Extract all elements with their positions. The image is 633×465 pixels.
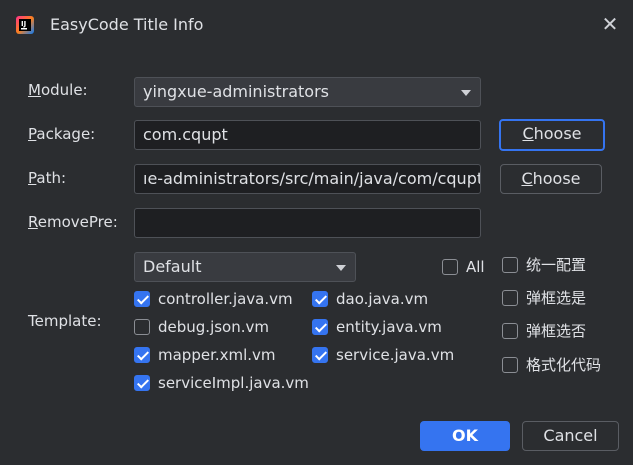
package-input[interactable]: com.cqupt — [134, 120, 481, 150]
package-label: Package: — [28, 125, 96, 143]
template-item-service[interactable]: service.java.vm — [312, 346, 454, 364]
checkbox-box[interactable] — [312, 319, 328, 335]
easycode-app-icon: IJ — [16, 16, 34, 34]
checkbox-box[interactable] — [442, 259, 458, 275]
chevron-down-icon — [336, 265, 346, 271]
checkbox-box[interactable] — [134, 319, 150, 335]
option-unified-config[interactable]: 统一配置 — [502, 254, 586, 275]
checkbox-box[interactable] — [134, 375, 150, 391]
template-item-entity[interactable]: entity.java.vm — [312, 318, 442, 336]
ok-button[interactable]: OK — [420, 421, 510, 451]
path-label: Path: — [28, 169, 67, 187]
template-item-controller[interactable]: controller.java.vm — [134, 290, 293, 308]
checkbox-box[interactable] — [134, 347, 150, 363]
checkbox-box[interactable] — [502, 289, 518, 306]
checkbox-box[interactable] — [502, 322, 518, 339]
option-popup-no[interactable]: 弹框选否 — [502, 320, 586, 341]
checkbox-box[interactable] — [312, 291, 328, 307]
dialog-title: EasyCode Title Info — [50, 15, 204, 34]
template-label: Template: — [28, 312, 102, 330]
template-item-service-impl[interactable]: serviceImpl.java.vm — [134, 374, 309, 392]
cancel-button[interactable]: Cancel — [522, 421, 619, 451]
remove-pre-input[interactable] — [134, 208, 481, 238]
path-choose-button[interactable]: Choose — [500, 164, 602, 194]
chevron-down-icon — [461, 90, 471, 96]
template-all-checkbox[interactable]: All — [442, 258, 485, 276]
remove-pre-label: RemovePre: — [28, 213, 118, 231]
option-popup-yes[interactable]: 弹框选是 — [502, 287, 586, 308]
checkbox-box[interactable] — [312, 347, 328, 363]
template-item-dao[interactable]: dao.java.vm — [312, 290, 428, 308]
template-item-mapper[interactable]: mapper.xml.vm — [134, 346, 276, 364]
close-icon[interactable]: ✕ — [600, 14, 620, 34]
checkbox-box[interactable] — [502, 356, 518, 373]
svg-text:IJ: IJ — [21, 20, 26, 28]
template-group-select[interactable]: Default — [134, 252, 356, 282]
template-item-debug[interactable]: debug.json.vm — [134, 318, 269, 336]
checkbox-box[interactable] — [134, 291, 150, 307]
path-input[interactable]: ıe-administrators/src/main/java/com/cqup… — [134, 164, 481, 194]
module-label: Module: — [28, 81, 88, 99]
package-choose-button[interactable]: Choose — [499, 119, 605, 151]
checkbox-box[interactable] — [502, 256, 518, 273]
module-select[interactable]: yingxue-administrators — [134, 77, 481, 107]
option-format-code[interactable]: 格式化代码 — [502, 354, 601, 375]
